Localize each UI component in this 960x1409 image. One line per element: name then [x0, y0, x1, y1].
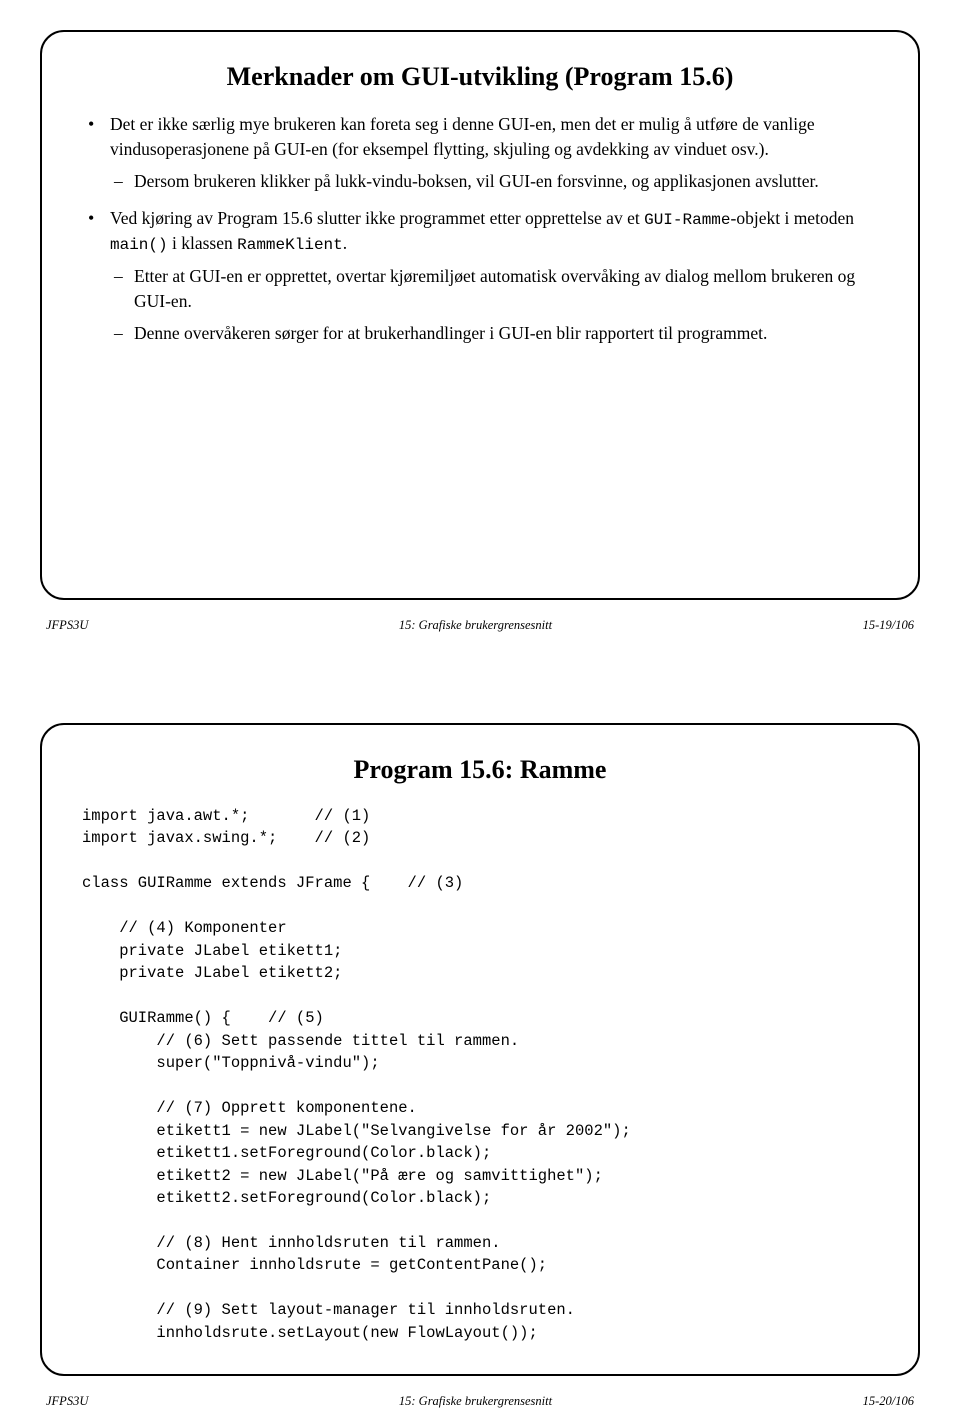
code-block: import java.awt.*; // (1) import javax.s… [82, 805, 878, 1344]
slide-title: Merknader om GUI-utvikling (Program 15.6… [82, 62, 878, 92]
footer-center: 15: Grafiske brukergrensesnitt [399, 618, 552, 633]
footer-center-2: 15: Grafiske brukergrensesnitt [399, 1394, 552, 1409]
slide-page-2: Program 15.6: Ramme import java.awt.*; /… [0, 693, 960, 1386]
bullet-1-text: Det er ikke særlig mye brukeren kan fore… [110, 114, 815, 159]
bullet-list: Det er ikke særlig mye brukeren kan fore… [82, 112, 878, 346]
slide-frame: Program 15.6: Ramme import java.awt.*; /… [40, 723, 920, 1376]
bullet-2-text-c: i klassen [168, 233, 238, 253]
footer-left: JFPS3U [46, 618, 88, 633]
footer-right: 15-19/106 [863, 618, 914, 633]
slide-footer: JFPS3U 15: Grafiske brukergrensesnitt 15… [40, 618, 920, 633]
code-guiramme: GUI-Ramme [644, 211, 730, 229]
slide-frame: Merknader om GUI-utvikling (Program 15.6… [40, 30, 920, 600]
bullet-2-text-a: Ved kjøring av Program 15.6 slutter ikke… [110, 208, 644, 228]
slide-page-1: Merknader om GUI-utvikling (Program 15.6… [0, 0, 960, 693]
bullet-2-text-d: . [343, 233, 347, 253]
code-rammeklient: RammeKlient [237, 236, 343, 254]
bullet-2-text-b: -objekt i metoden [731, 208, 854, 228]
slide-footer-2: JFPS3U 15: Grafiske brukergrensesnitt 15… [40, 1394, 920, 1409]
bullet-2-sub-1: Etter at GUI-en er opprettet, overtar kj… [110, 264, 878, 313]
bullet-item-2: Ved kjøring av Program 15.6 slutter ikke… [110, 206, 878, 346]
code-main: main() [110, 236, 168, 254]
footer-left-2: JFPS3U [46, 1394, 88, 1409]
footer-right-2: 15-20/106 [863, 1394, 914, 1409]
bullet-1-sub-1: Dersom brukeren klikker på lukk-vindu-bo… [110, 169, 878, 194]
bullet-item-1: Det er ikke særlig mye brukeren kan fore… [110, 112, 878, 194]
slide-title-2: Program 15.6: Ramme [82, 755, 878, 785]
bullet-2-sub-2: Denne overvåkeren sørger for at brukerha… [110, 321, 878, 346]
